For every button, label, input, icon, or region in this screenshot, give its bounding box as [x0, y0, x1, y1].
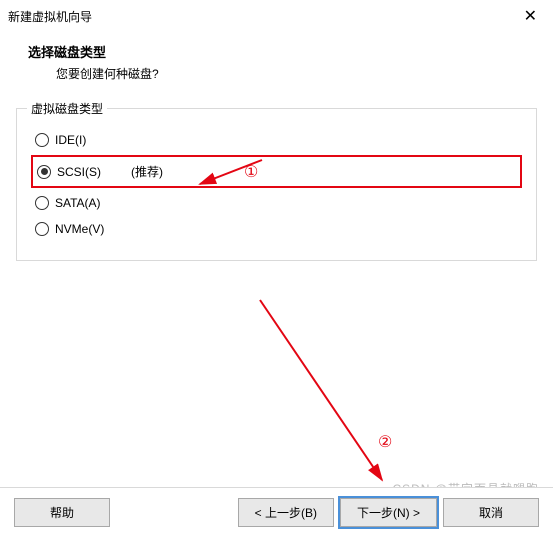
page-heading: 选择磁盘类型 — [0, 32, 553, 65]
radio-ide[interactable]: IDE(I) — [31, 127, 522, 153]
radio-label: NVMe(V) — [55, 222, 104, 236]
radio-icon — [37, 165, 51, 179]
radio-scsi-highlight: SCSI(S) (推荐) — [31, 155, 522, 188]
next-button[interactable]: 下一步(N) > — [340, 498, 437, 527]
radio-suffix: (推荐) — [131, 163, 163, 180]
fieldset-legend: 虚拟磁盘类型 — [27, 100, 107, 117]
close-icon[interactable]: ✕ — [518, 6, 543, 26]
page-subheading: 您要创建何种磁盘? — [0, 65, 553, 98]
radio-icon — [35, 133, 49, 147]
radio-scsi[interactable]: SCSI(S) (推荐) — [37, 161, 163, 182]
radio-label: SATA(A) — [55, 196, 101, 210]
radio-icon — [35, 196, 49, 210]
footer: 帮助 < 上一步(B) 下一步(N) > 取消 — [0, 487, 553, 537]
radio-sata[interactable]: SATA(A) — [31, 190, 522, 216]
footer-right: < 上一步(B) 下一步(N) > 取消 — [238, 498, 539, 527]
radio-selected-dot — [41, 168, 48, 175]
window-title: 新建虚拟机向导 — [8, 8, 92, 25]
disk-type-fieldset: 虚拟磁盘类型 IDE(I) SCSI(S) (推荐) SATA(A) NVMe(… — [16, 108, 537, 261]
radio-label: IDE(I) — [55, 133, 86, 147]
help-button[interactable]: 帮助 — [14, 498, 110, 527]
radio-label: SCSI(S) — [57, 165, 101, 179]
radio-icon — [35, 222, 49, 236]
titlebar: 新建虚拟机向导 ✕ — [0, 0, 553, 32]
back-button[interactable]: < 上一步(B) — [238, 498, 334, 527]
cancel-button[interactable]: 取消 — [443, 498, 539, 527]
radio-nvme[interactable]: NVMe(V) — [31, 216, 522, 242]
annotation-2-label: ② — [378, 432, 392, 452]
